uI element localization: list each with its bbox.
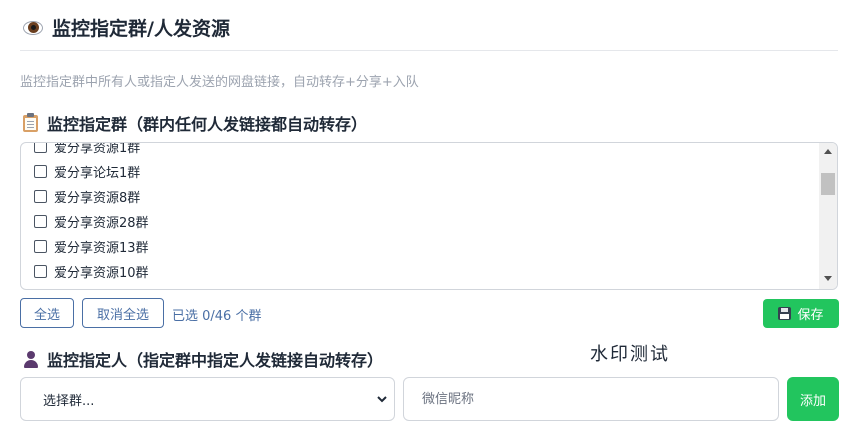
monitor-person-heading: 监控指定人（指定群中指定人发链接自动转存） bbox=[22, 347, 383, 371]
group-checkbox[interactable] bbox=[34, 190, 47, 203]
scroll-down-arrow-icon[interactable] bbox=[824, 276, 832, 281]
group-select[interactable]: 选择群... bbox=[20, 377, 395, 421]
group-label: 爱分享资源28群 bbox=[54, 216, 149, 231]
group-label: 爱分享资源1群 bbox=[54, 142, 141, 156]
group-label: 爱分享资源29群 bbox=[54, 287, 149, 289]
group-list-items: 爱分享资源1群 爱分享论坛1群 爱分享资源8群 爱分享资源28群 爱分享资源13群 爱分享… bbox=[21, 142, 817, 289]
person-icon bbox=[22, 349, 40, 369]
group-list-item[interactable]: 爱分享论坛1群 bbox=[21, 159, 817, 184]
group-list-item[interactable]: 爱分享资源8群 bbox=[21, 184, 817, 209]
scroll-up-arrow-icon[interactable] bbox=[824, 149, 832, 154]
page-header: 监控指定群/人发资源 bbox=[22, 14, 230, 41]
monitor-groups-title: 监控指定群（群内任何人发链接都自动转存） bbox=[47, 115, 368, 134]
group-checkbox[interactable] bbox=[34, 215, 47, 228]
page-description: 监控指定群中所有人或指定人发送的网盘链接，自动转存+分享+入队 bbox=[20, 75, 419, 90]
group-checkbox[interactable] bbox=[34, 143, 47, 153]
selected-count-text: 已选 0/46 个群 bbox=[172, 309, 262, 324]
eye-icon bbox=[22, 17, 44, 39]
group-checkbox-list[interactable]: 爱分享资源1群 爱分享论坛1群 爱分享资源8群 爱分享资源28群 爱分享资源13群 爱分享… bbox=[20, 142, 838, 290]
group-label: 爱分享资源10群 bbox=[54, 266, 149, 281]
group-list-item[interactable]: 爱分享资源13群 bbox=[21, 234, 817, 259]
monitor-groups-heading: 监控指定群（群内任何人发链接都自动转存） bbox=[22, 111, 367, 135]
deselect-all-button[interactable]: 取消全选 bbox=[82, 298, 164, 328]
group-list-item[interactable]: 爱分享资源29群 bbox=[21, 284, 817, 289]
chevron-down-icon bbox=[377, 396, 387, 403]
group-checkbox[interactable] bbox=[34, 165, 47, 178]
wechat-nickname-input[interactable] bbox=[403, 377, 779, 421]
group-select-value: 选择群... bbox=[43, 393, 95, 409]
save-button-label: 保存 bbox=[797, 308, 824, 323]
group-label: 爱分享资源8群 bbox=[54, 191, 141, 206]
header-divider bbox=[20, 50, 838, 51]
group-label: 爱分享资源13群 bbox=[54, 241, 149, 256]
group-checkbox[interactable] bbox=[34, 240, 47, 253]
add-button[interactable]: 添加 bbox=[787, 377, 839, 421]
group-list-item[interactable]: 爱分享资源28群 bbox=[21, 209, 817, 234]
group-label: 爱分享论坛1群 bbox=[54, 166, 141, 181]
floppy-disk-icon bbox=[778, 307, 792, 320]
group-list-item[interactable]: 爱分享资源1群 bbox=[21, 142, 817, 159]
scroll-thumb[interactable] bbox=[821, 173, 835, 195]
group-list-item[interactable]: 爱分享资源10群 bbox=[21, 259, 817, 284]
select-all-button[interactable]: 全选 bbox=[20, 298, 74, 328]
group-checkbox[interactable] bbox=[34, 265, 47, 278]
group-list-scrollbar[interactable] bbox=[819, 143, 837, 289]
save-button[interactable]: 保存 bbox=[763, 299, 839, 328]
page-title: 监控指定群/人发资源 bbox=[52, 18, 230, 40]
monitor-person-title: 监控指定人（指定群中指定人发链接自动转存） bbox=[47, 351, 384, 370]
watermark-text: 水印测试 bbox=[590, 344, 670, 365]
clipboard-icon bbox=[22, 113, 40, 133]
